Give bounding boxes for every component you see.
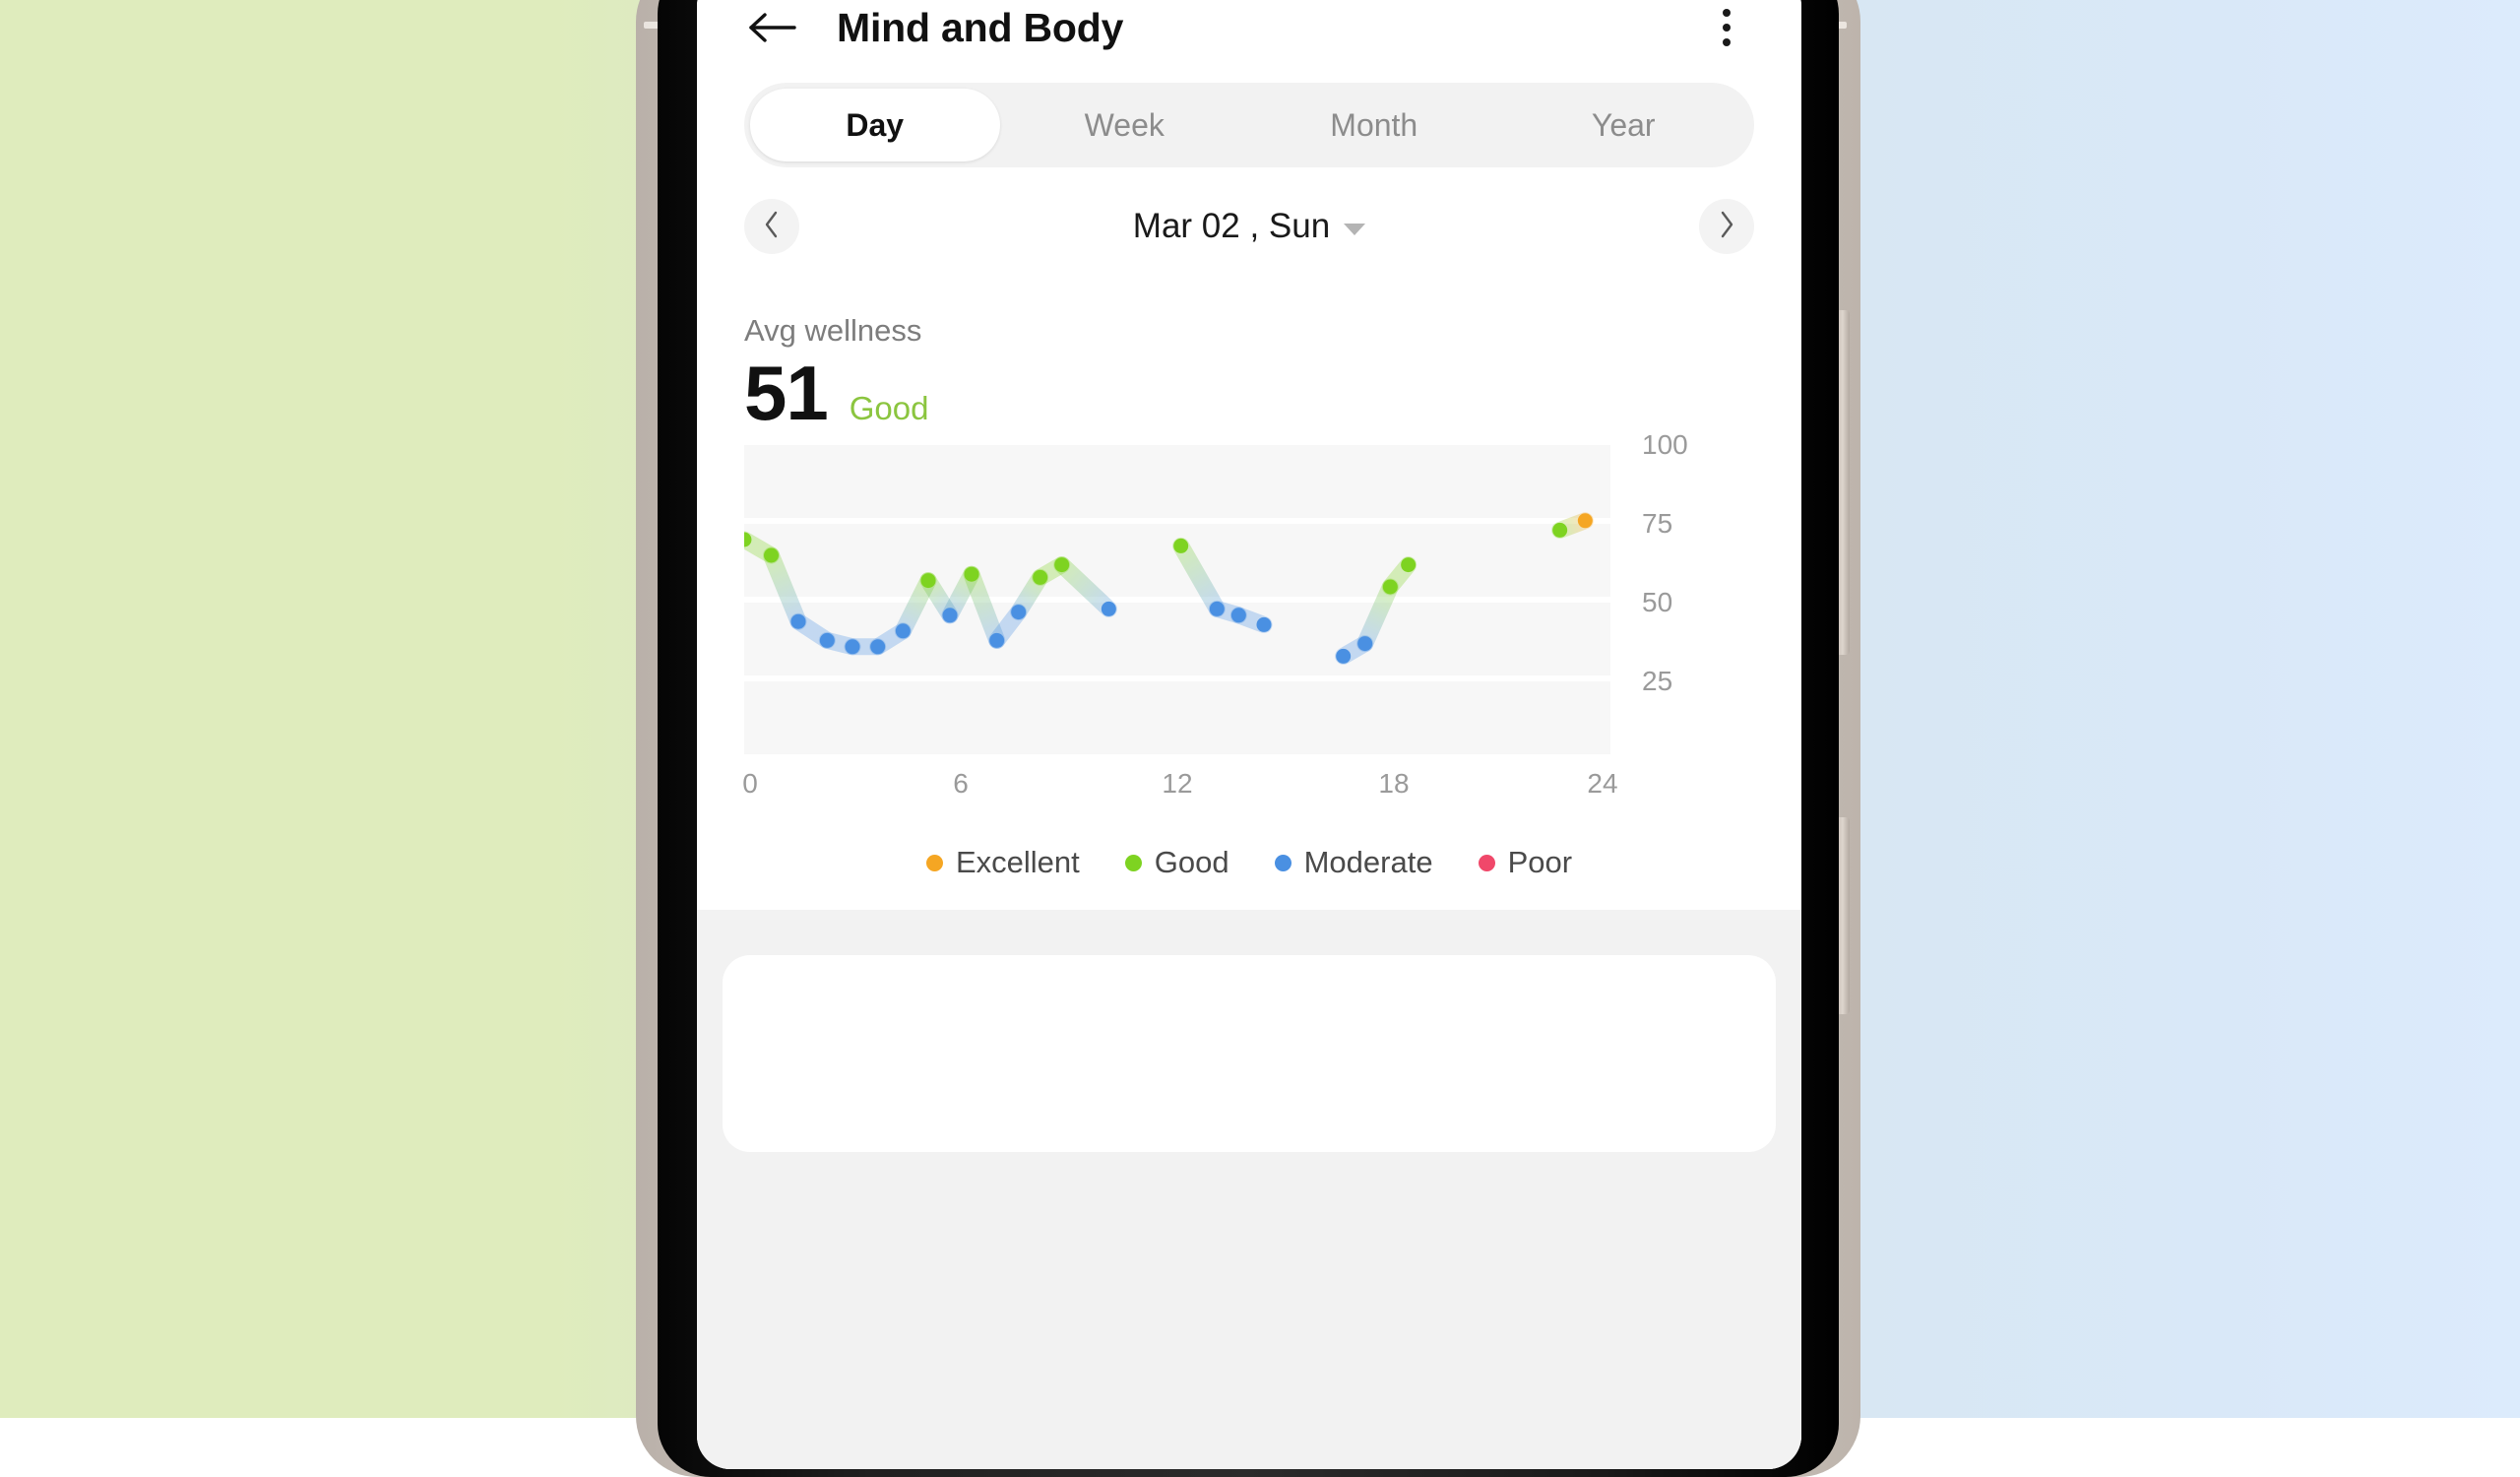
- mind-and-body-app: Mind and Body Day Week Month Year Mar 02…: [697, 0, 1801, 1469]
- legend-item-moderate: Moderate: [1274, 845, 1433, 880]
- chart-data-point[interactable]: [1173, 538, 1189, 553]
- kebab-menu-icon-dot-2: [1723, 24, 1731, 32]
- arrow-left-icon: [748, 11, 797, 44]
- wellness-chart-card: 25 50 75 100 0 6 12 18 24: [697, 429, 1801, 819]
- period-tabs: Day Week Month Year: [744, 83, 1754, 167]
- current-date-label: Mar 02 , Sun: [1132, 207, 1331, 245]
- chart-line-segment: [1053, 556, 1117, 617]
- wellness-chart[interactable]: 25 50 75 100 0 6 12 18 24: [742, 429, 1754, 819]
- next-day-button[interactable]: [1699, 199, 1754, 254]
- y-tick-label-75: 75: [1642, 508, 1673, 539]
- chart-data-point[interactable]: [1552, 522, 1568, 538]
- avg-wellness-label: Avg wellness: [744, 313, 922, 348]
- chart-y-axis: 25 50 75 100: [1620, 429, 1748, 760]
- period-tabs-container: Day Week Month Year: [697, 83, 1801, 167]
- legend-item-excellent: Excellent: [925, 845, 1080, 880]
- tab-year[interactable]: Year: [1499, 89, 1749, 161]
- chart-data-point[interactable]: [1101, 601, 1116, 616]
- chart-data-point[interactable]: [1336, 648, 1352, 664]
- next-card-placeholder[interactable]: [723, 955, 1776, 1152]
- legend-label-good: Good: [1154, 845, 1229, 879]
- chart-data-point[interactable]: [1054, 557, 1070, 573]
- date-navigator: Mar 02 , Sun: [697, 167, 1801, 286]
- x-tick-label-24: 24: [1587, 768, 1618, 799]
- legend-label-poor: Poor: [1507, 845, 1573, 879]
- chart-data-point[interactable]: [1577, 513, 1593, 529]
- x-tick-label-0: 0: [742, 768, 758, 799]
- date-picker-button[interactable]: Mar 02 , Sun: [799, 207, 1699, 246]
- chart-line-segment: [1356, 578, 1399, 653]
- chart-data-point[interactable]: [1357, 636, 1373, 652]
- chart-data-point[interactable]: [1033, 569, 1048, 585]
- chart-data-point[interactable]: [790, 613, 806, 629]
- avg-wellness-state: Good: [849, 390, 929, 426]
- page-background: [697, 910, 1801, 1469]
- avg-wellness-summary: Avg wellness 51 Good: [697, 286, 1801, 431]
- chart-x-axis: 0 6 12 18 24: [742, 768, 1617, 811]
- legend-dot-poor: [1478, 854, 1495, 871]
- chart-data-point[interactable]: [895, 623, 911, 639]
- card-divider: [697, 880, 1801, 910]
- desktop-background: Mind and Body Day Week Month Year Mar 02…: [0, 0, 2520, 1477]
- overflow-menu-button[interactable]: [1699, 0, 1754, 55]
- legend-dot-excellent: [925, 854, 943, 871]
- legend-dot-good: [1124, 854, 1142, 871]
- chart-data-point[interactable]: [1256, 616, 1272, 632]
- phone-screen: Mind and Body Day Week Month Year Mar 02…: [697, 0, 1801, 1469]
- chart-data-point[interactable]: [964, 566, 979, 582]
- avg-wellness-value: 51: [744, 350, 829, 436]
- kebab-menu-icon-dot-3: [1723, 38, 1731, 46]
- chart-data-point[interactable]: [989, 632, 1005, 648]
- chart-legend: Excellent Good Moderate Poor: [697, 819, 1801, 880]
- y-tick-label-100: 100: [1642, 429, 1688, 460]
- chart-data-point[interactable]: [920, 573, 936, 589]
- tab-day[interactable]: Day: [750, 89, 1000, 161]
- chart-data-point[interactable]: [819, 632, 835, 648]
- page-title: Mind and Body: [837, 4, 1124, 50]
- tab-month[interactable]: Month: [1249, 89, 1499, 161]
- previous-day-button[interactable]: [744, 199, 799, 254]
- back-button[interactable]: [744, 0, 801, 56]
- chart-line-segment: [763, 546, 807, 630]
- chart-data-point[interactable]: [1011, 605, 1027, 620]
- chevron-right-icon: [1717, 210, 1736, 244]
- app-bar: Mind and Body: [697, 0, 1801, 83]
- legend-dot-moderate: [1274, 854, 1292, 871]
- chart-data-point[interactable]: [1401, 557, 1417, 573]
- legend-label-moderate: Moderate: [1303, 845, 1433, 879]
- chart-data-point[interactable]: [942, 608, 958, 623]
- chart-series-svg: [744, 512, 1594, 665]
- chart-data-point[interactable]: [1230, 608, 1246, 623]
- kebab-menu-icon-dot-1: [1723, 9, 1731, 17]
- x-tick-label-12: 12: [1162, 768, 1193, 799]
- chart-data-point[interactable]: [1382, 579, 1398, 595]
- chart-line-segment: [963, 565, 1006, 649]
- legend-label-excellent: Excellent: [955, 845, 1080, 879]
- chart-data-point[interactable]: [1209, 601, 1225, 616]
- chevron-left-icon: [762, 210, 782, 244]
- x-tick-label-6: 6: [953, 768, 969, 799]
- y-tick-label-50: 50: [1642, 587, 1673, 617]
- chart-line-segment: [1172, 537, 1226, 617]
- avg-wellness-value-row: 51 Good: [744, 354, 1754, 431]
- chart-data-point[interactable]: [870, 639, 886, 655]
- tab-week[interactable]: Week: [1000, 89, 1250, 161]
- chart-data-point[interactable]: [764, 547, 779, 563]
- caret-down-icon: [1344, 224, 1366, 235]
- legend-item-good: Good: [1124, 845, 1229, 880]
- y-tick-label-25: 25: [1642, 666, 1673, 696]
- chart-data-point[interactable]: [845, 639, 860, 655]
- legend-item-poor: Poor: [1478, 845, 1573, 880]
- x-tick-label-18: 18: [1378, 768, 1410, 799]
